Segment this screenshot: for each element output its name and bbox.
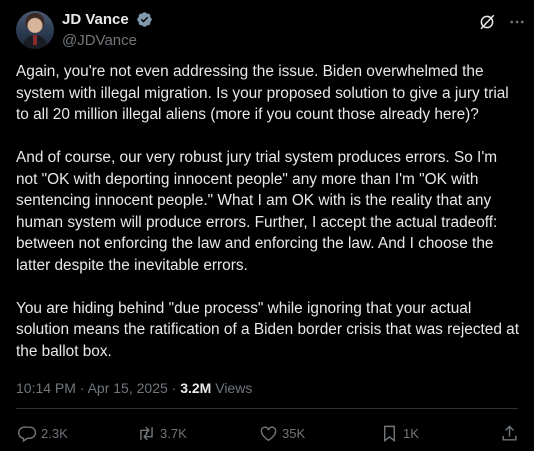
more-icon[interactable] bbox=[508, 13, 526, 31]
author-handle[interactable]: @JDVance bbox=[62, 32, 153, 49]
author-display-name[interactable]: JD Vance bbox=[62, 11, 129, 28]
post-text: Again, you're not even addressing the is… bbox=[16, 61, 521, 384]
like-count: 35K bbox=[282, 425, 306, 441]
repost-count: 3.7K bbox=[160, 425, 187, 441]
views-count[interactable]: 3.2M bbox=[180, 380, 211, 396]
repost-icon bbox=[140, 426, 153, 440]
post-paragraph: Again, you're not even addressing the is… bbox=[16, 63, 509, 123]
reply-count: 2.3K bbox=[41, 425, 68, 441]
avatar[interactable] bbox=[16, 11, 54, 49]
repost-button[interactable]: 3.7K bbox=[137, 422, 187, 444]
share-button[interactable] bbox=[500, 422, 523, 444]
post-meta: 10:14 PM · Apr 15, 2025 · 3.2M Views bbox=[16, 380, 252, 396]
bookmark-icon bbox=[384, 425, 395, 442]
meta-separator: · bbox=[167, 380, 181, 396]
like-icon bbox=[260, 425, 277, 441]
grok-icon[interactable] bbox=[478, 13, 496, 31]
bookmark-button[interactable]: 1K bbox=[380, 422, 419, 444]
post-paragraph: You are hiding behind "due process" whil… bbox=[16, 299, 520, 360]
post-paragraph: And of course, our very robust jury tria… bbox=[16, 149, 498, 274]
verified-icon bbox=[137, 12, 152, 28]
post-header: JD Vance @JDVance bbox=[16, 10, 526, 50]
share-icon bbox=[502, 424, 517, 441]
post-timestamp[interactable]: 10:14 PM · Apr 15, 2025 bbox=[16, 380, 168, 396]
divider bbox=[16, 408, 518, 409]
views-label: Views bbox=[211, 380, 253, 396]
reply-icon bbox=[18, 425, 37, 442]
like-button[interactable]: 35K bbox=[259, 422, 305, 444]
reply-button[interactable]: 2.3K bbox=[18, 422, 68, 444]
author-info: JD Vance @JDVance bbox=[62, 11, 153, 49]
bookmark-count: 1K bbox=[403, 425, 419, 441]
action-bar: 2.3K 3.7K 35K 1K bbox=[16, 422, 518, 444]
